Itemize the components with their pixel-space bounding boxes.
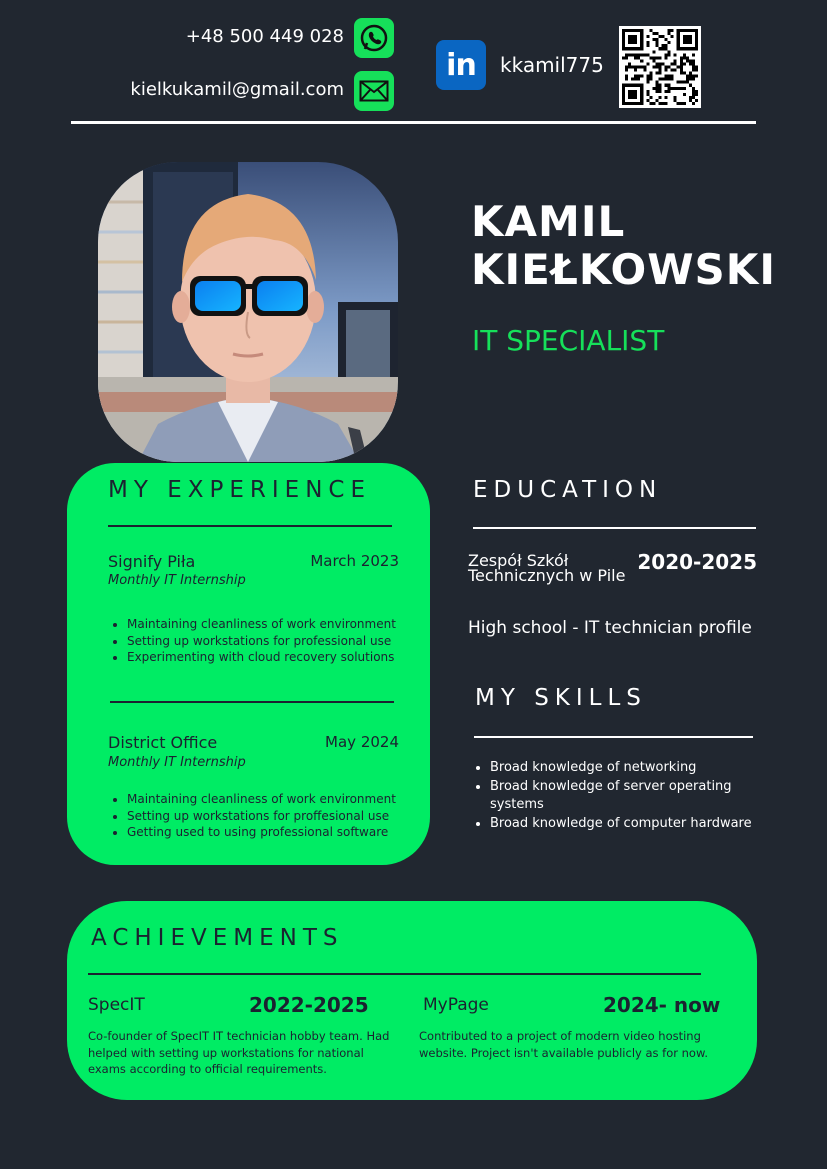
- job-date: March 2023: [310, 552, 399, 570]
- experience-divider: [110, 701, 394, 703]
- job-task-list: Maintaining cleanliness of work environm…: [108, 616, 408, 666]
- skills-list: Broad knowledge of networking Broad know…: [473, 759, 753, 833]
- linkedin-handle[interactable]: kkamil775: [500, 53, 604, 77]
- job-company: District Office: [108, 733, 218, 752]
- job-title: IT SPECIALIST: [472, 324, 665, 357]
- job-task: Getting used to using professional softw…: [127, 824, 408, 841]
- profile-photo: [98, 162, 398, 462]
- phone-number[interactable]: +48 500 449 028: [186, 26, 344, 47]
- achievement-years: 2024- now: [603, 993, 721, 1017]
- email-address[interactable]: kielkukamil@gmail.com: [130, 79, 344, 100]
- achievement-description: Co-founder of SpecIT IT technician hobby…: [88, 1029, 390, 1076]
- education-title: EDUCATION: [473, 477, 663, 503]
- job-type: Monthly IT Internship: [108, 755, 246, 770]
- school-name: Zespół Szkół Technicznych w Pile: [468, 551, 626, 585]
- experience-divider: [108, 525, 392, 527]
- phone-icon[interactable]: [354, 18, 394, 58]
- job-type: Monthly IT Internship: [108, 573, 246, 588]
- achievements-title: ACHIEVEMENTS: [91, 925, 344, 951]
- skills-title: MY SKILLS: [475, 685, 647, 711]
- skills-divider: [474, 736, 753, 738]
- skill-item: Broad knowledge of server operating syst…: [490, 778, 753, 815]
- job-task: Setting up workstations for proffesional…: [127, 808, 408, 825]
- job-task-list: Maintaining cleanliness of work environm…: [108, 791, 408, 841]
- experience-title: MY EXPERIENCE: [108, 477, 371, 503]
- job-task: Setting up workstations for professional…: [127, 633, 408, 650]
- job-task: Experimenting with cloud recovery soluti…: [127, 649, 408, 666]
- skill-item: Broad knowledge of networking: [490, 759, 753, 778]
- achievement-name: SpecIT: [88, 995, 145, 1015]
- education-divider: [473, 527, 756, 529]
- linkedin-icon[interactable]: in: [436, 40, 486, 90]
- achievement-description: Contributed to a project of modern video…: [419, 1029, 708, 1060]
- job-date: May 2024: [325, 733, 399, 751]
- education-description: High school - IT technician profile: [468, 618, 752, 638]
- qr-code-icon[interactable]: [619, 26, 701, 108]
- achievement-name: MyPage: [423, 995, 489, 1015]
- job-task: Maintaining cleanliness of work environm…: [127, 791, 408, 808]
- job-task: Maintaining cleanliness of work environm…: [127, 616, 408, 633]
- name-block: KAMIL KIEŁKOWSKI: [471, 198, 776, 294]
- skill-item: Broad knowledge of computer hardware: [490, 815, 753, 834]
- job-company: Signify Piła: [108, 552, 196, 571]
- achievement-years: 2022-2025: [249, 993, 369, 1017]
- education-years: 2020-2025: [637, 550, 757, 574]
- envelope-icon[interactable]: [354, 71, 394, 111]
- last-name: KIEŁKOWSKI: [471, 245, 776, 294]
- header-divider: [71, 121, 756, 124]
- first-name: KAMIL: [471, 197, 626, 246]
- achievements-divider: [88, 973, 701, 975]
